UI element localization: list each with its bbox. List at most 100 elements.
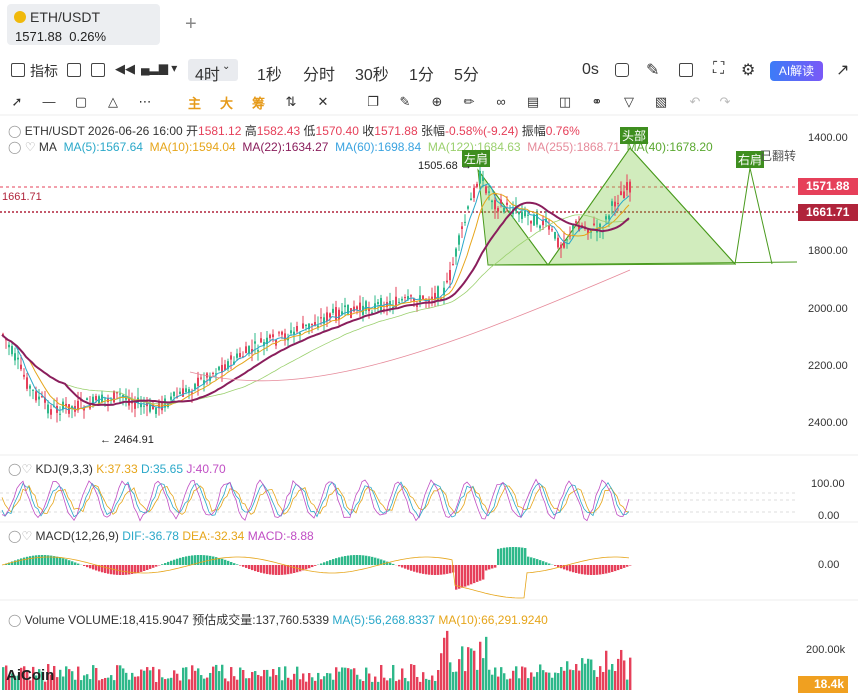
- volume-bar: [266, 669, 269, 690]
- macd-bar: [515, 547, 518, 565]
- macd-bar: [17, 559, 20, 565]
- ma-legend: ◯ ♡ MA MA(5):1567.64 MA(10):1594.04 MA(2…: [8, 140, 713, 154]
- macd-legend: ◯♡ MACD(12,26,9) DIF:-36.78 DEA:-32.34 M…: [8, 529, 314, 543]
- macd-bar: [584, 565, 587, 575]
- ohlc-header: ◯ ETH/USDT 2026-06-26 16:00 开1581.12 高15…: [8, 124, 580, 138]
- volume-bar: [227, 681, 230, 690]
- volume-bar: [572, 670, 575, 690]
- ma5-value: MA(5):1567.64: [63, 140, 143, 154]
- volume-bar: [599, 666, 602, 690]
- volume-bar: [413, 664, 416, 690]
- volume-bar: [356, 674, 359, 690]
- volume-bar: [170, 677, 173, 690]
- candle-body: [488, 191, 490, 193]
- volume-value: VOLUME:18,415.9047: [68, 613, 189, 627]
- volume-bar: [101, 679, 104, 690]
- macd-bar: [359, 555, 362, 565]
- line-value-label: 1661.71: [2, 191, 42, 203]
- macd-bar: [473, 565, 476, 584]
- candle-body: [614, 201, 616, 207]
- macd-bar: [272, 565, 275, 575]
- macd-bar: [416, 565, 419, 573]
- candle-body: [95, 396, 97, 401]
- macd-bar: [38, 555, 41, 565]
- candle-body: [269, 334, 271, 339]
- candle-body: [38, 396, 40, 400]
- volume-bar: [68, 669, 71, 690]
- candle-body: [422, 295, 424, 299]
- candle-body: [464, 221, 466, 223]
- kdj-k: K:37.33: [96, 462, 138, 476]
- volume-bar: [617, 658, 620, 690]
- header-amplitude: 0.76%: [545, 124, 580, 138]
- volume-bar: [608, 669, 611, 690]
- macd-bar: [284, 565, 287, 575]
- macd-bar: [497, 548, 500, 565]
- volume-bar: [107, 677, 110, 690]
- macd-bar: [203, 555, 206, 565]
- candle-body: [524, 211, 526, 217]
- candle-body: [194, 383, 196, 390]
- volume-bar: [206, 677, 209, 690]
- volume-bar: [524, 667, 527, 690]
- macd-bar: [329, 560, 332, 565]
- macd-bar: [185, 556, 188, 565]
- candle-body: [119, 393, 121, 395]
- volume-bar: [566, 661, 569, 690]
- macd-bar: [599, 565, 602, 575]
- header-close: 1571.88: [374, 124, 418, 138]
- volume-bar: [248, 678, 251, 690]
- candle-body: [239, 353, 241, 357]
- volume-bar: [275, 675, 278, 690]
- volume-bar: [467, 647, 470, 690]
- volume-bar: [257, 674, 260, 690]
- volume-bar: [74, 679, 77, 690]
- volume-bar: [218, 671, 221, 690]
- volume-bar: [443, 637, 446, 690]
- yaxis-label: 2000.00: [808, 303, 848, 315]
- macd-bar: [428, 565, 431, 575]
- candle-body: [182, 388, 184, 397]
- macd-bar: [122, 565, 125, 575]
- candle-body: [200, 377, 202, 379]
- volume-bar: [440, 653, 443, 690]
- macd-bar: [542, 561, 545, 565]
- volume-bar: [278, 667, 281, 690]
- chart-canvas[interactable]: [0, 0, 858, 696]
- candle-body: [257, 350, 259, 352]
- macd-bar: [215, 557, 218, 565]
- candle-body: [302, 323, 304, 329]
- macd-bar: [137, 565, 140, 573]
- macd-bar: [518, 547, 521, 565]
- macd-bar: [263, 565, 266, 574]
- volume-bar: [164, 679, 167, 690]
- candle-body: [503, 207, 505, 213]
- volume-bar: [293, 673, 296, 690]
- candle-body: [497, 207, 499, 212]
- volume-bar: [626, 679, 629, 690]
- macd-bar: [71, 561, 74, 565]
- volume-bar: [515, 666, 518, 690]
- volume-bar: [149, 670, 152, 690]
- volume-bar: [128, 679, 131, 690]
- volume-bar: [620, 649, 623, 690]
- macd-bar: [575, 565, 578, 574]
- header-symbol: ETH/USDT: [24, 124, 85, 138]
- candle-body: [617, 202, 619, 204]
- macd-bar: [344, 556, 347, 565]
- macd-bar: [191, 555, 194, 565]
- high-marker: 1505.68 →: [418, 160, 472, 172]
- macd-bar: [356, 555, 359, 565]
- macd-bar: [614, 565, 617, 572]
- macd-bar: [305, 565, 308, 570]
- volume-bar: [209, 672, 212, 690]
- volume-bar: [137, 676, 140, 690]
- macd-bar: [245, 565, 248, 568]
- bell-icon: ♡: [24, 140, 36, 154]
- macd-bar: [617, 565, 620, 571]
- macd-bar: [446, 565, 449, 574]
- candle-body: [32, 389, 34, 391]
- volume-bar: [98, 680, 101, 690]
- candle-body: [311, 323, 313, 326]
- macd-bar: [494, 565, 497, 568]
